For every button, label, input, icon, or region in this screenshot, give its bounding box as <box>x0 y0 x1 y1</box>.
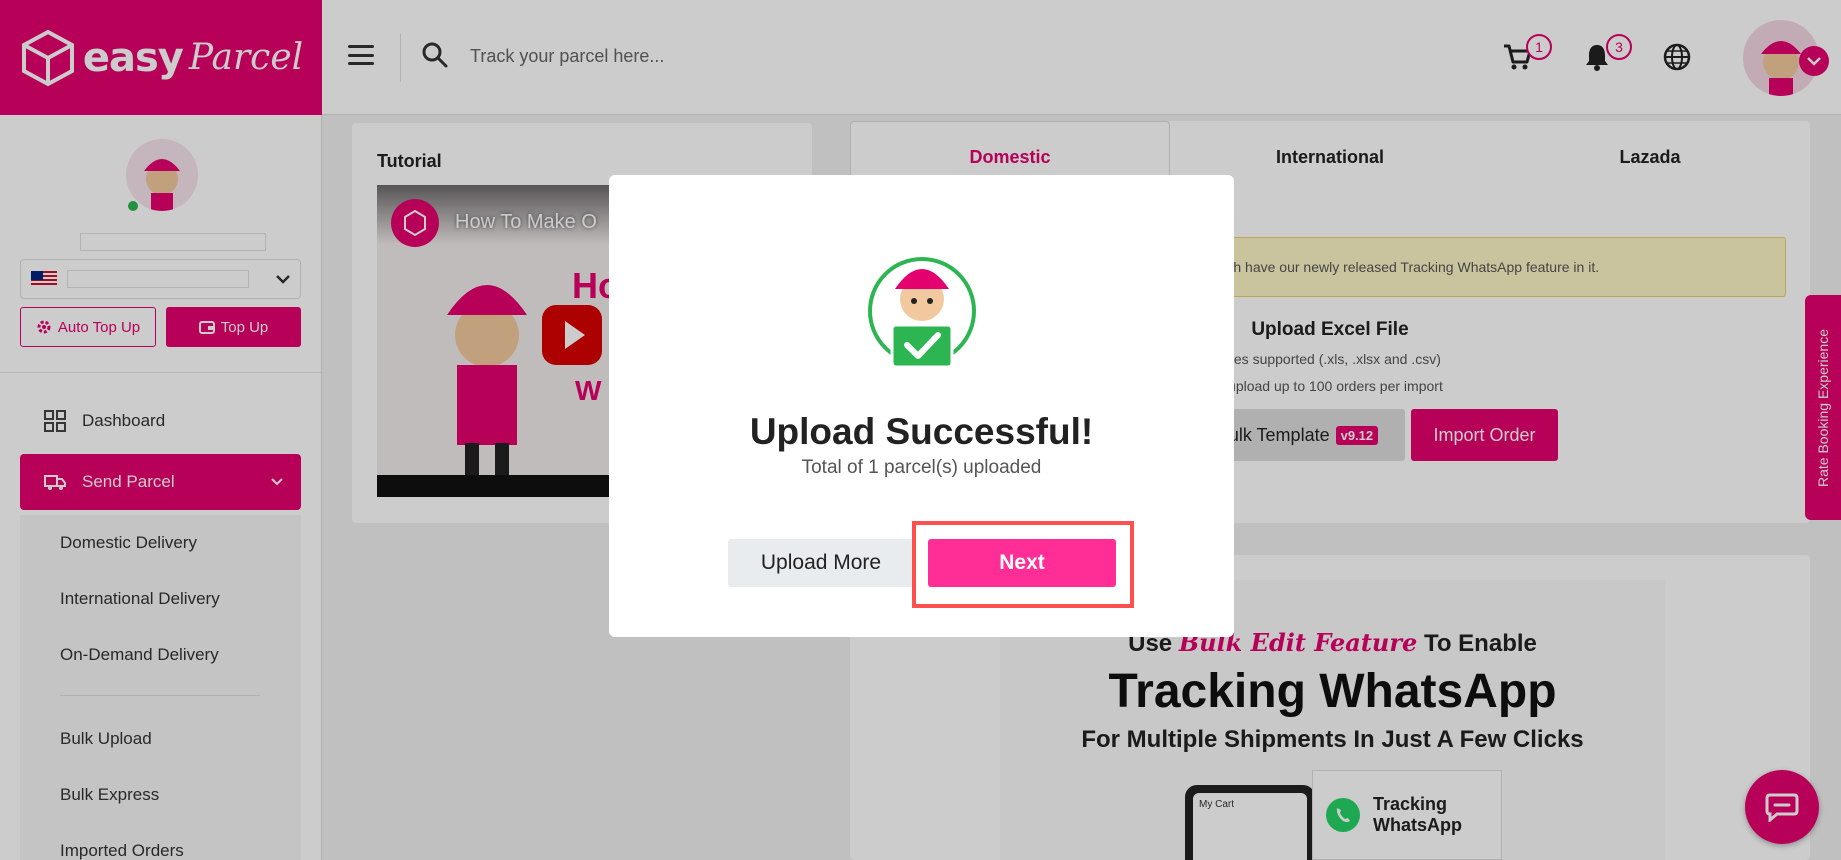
next-button[interactable]: Next <box>928 539 1116 587</box>
success-mascot-icon <box>868 257 976 369</box>
modal-subtitle: Total of 1 parcel(s) uploaded <box>801 457 1042 478</box>
upload-more-button[interactable]: Upload More <box>728 539 914 587</box>
modal-title: Upload Successful! <box>749 411 1094 452</box>
